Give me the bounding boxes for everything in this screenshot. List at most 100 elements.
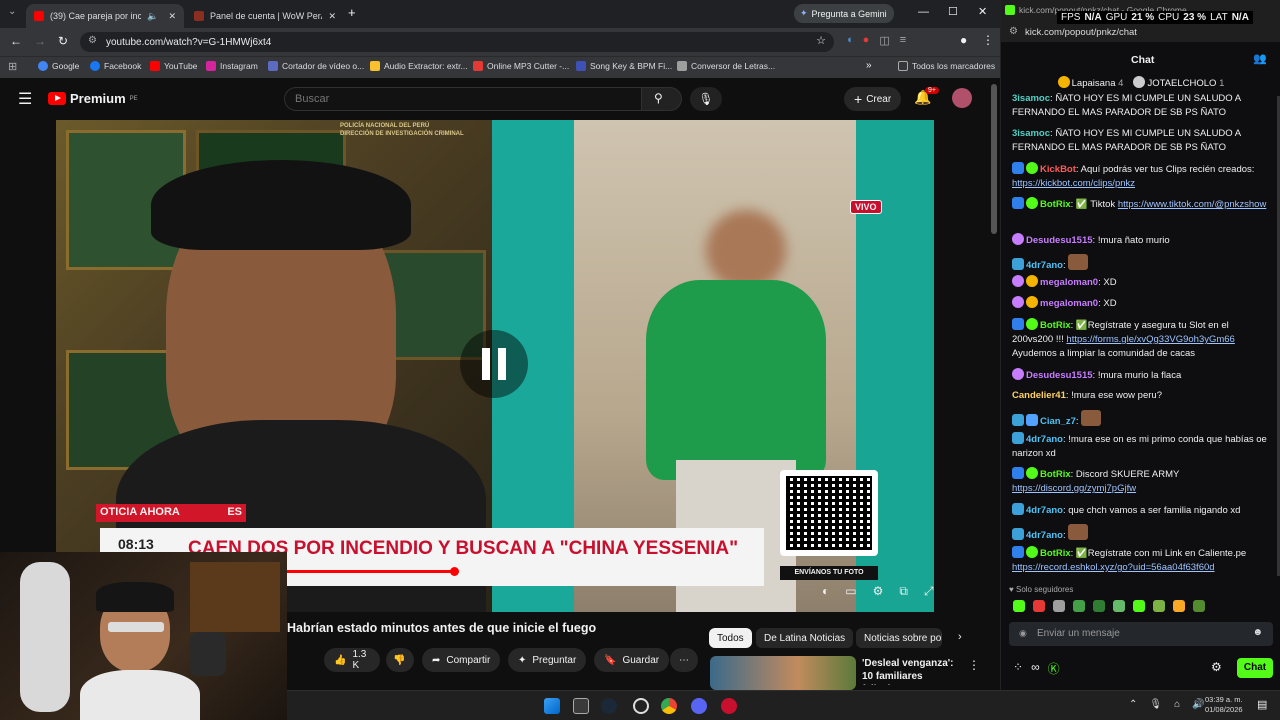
chat-message[interactable]: 4dr7ano: (1012, 524, 1272, 543)
tab-close-icon[interactable]: ✕ (168, 11, 176, 22)
omnibox[interactable]: ⚙ youtube.com/watch?v=G-1HMWj6xt4 ☆ (80, 32, 834, 52)
tab-close-icon[interactable]: ✕ (328, 11, 336, 22)
media-icon[interactable]: ≡ (900, 34, 906, 47)
app-icon[interactable] (721, 698, 737, 714)
chip-politics[interactable]: Noticias sobre pol (856, 628, 942, 648)
forward-icon[interactable]: → (34, 34, 46, 48)
recommended-title[interactable]: 'Desleal venganza': 10 familiares fallec… (862, 657, 966, 685)
emoji-picker-icon[interactable]: ☻ (1252, 627, 1263, 638)
chip-latina[interactable]: De Latina Noticias (756, 628, 854, 648)
chat-message[interactable]: BotRix: Discord SKUERE ARMY https://disc… (1012, 467, 1272, 496)
chat-message[interactable]: Cian_z7: (1012, 410, 1272, 429)
chat-message[interactable]: 3isamoc: ÑATO HOY ES MI CUMPLE UN SALUDO… (1012, 92, 1272, 120)
users-icon[interactable]: 👥 (1253, 52, 1267, 65)
chat-message[interactable]: BotRix: ✅Regístrate y asegura tu Slot en… (1012, 318, 1272, 361)
tab-search-icon[interactable]: ⌄ (8, 6, 16, 17)
search-button[interactable]: ⚲ (642, 87, 682, 111)
autoplay-toggle[interactable]: ◐ (822, 584, 829, 599)
chips-next-icon[interactable]: › (958, 631, 962, 643)
bookmark-song-key[interactable]: Song Key & BPM Fi... (576, 61, 672, 71)
chip-all[interactable]: Todos (709, 628, 752, 648)
bookmark-conversor[interactable]: Conversor de Letras... (677, 61, 775, 71)
chat-link[interactable]: https://discord.gg/zymj7pGjfw (1012, 483, 1136, 494)
new-tab-button[interactable]: + (348, 5, 356, 20)
volume-icon[interactable]: 🔊 (1192, 699, 1204, 710)
chat-message[interactable]: BotRix: ✅Regístrate con mi Link en Calie… (1012, 546, 1272, 575)
chat-message[interactable]: megaloman0: XD (1012, 296, 1272, 311)
chat-message[interactable]: 4dr7ano: !mura ese on es mi primo conda … (1012, 432, 1272, 461)
bookmark-cortador[interactable]: Cortador de vídeo o... (268, 61, 364, 71)
audio-icon[interactable]: 🔈 (147, 11, 158, 22)
settings-gear-icon[interactable]: ⚙ (873, 584, 884, 599)
site-info-icon[interactable]: ⚙ (88, 35, 97, 46)
extension-icon[interactable]: ● (863, 34, 870, 47)
youtube-logo[interactable]: Premium PE (48, 91, 138, 106)
chat-link[interactable]: https://forms.gle/xvQg33VG9oh3yGm66 (1066, 334, 1234, 345)
network-icon[interactable]: ⌂ (1174, 699, 1180, 710)
more-bookmarks-icon[interactable]: » (866, 60, 872, 71)
microphone-tray-icon[interactable]: 🎙 (1149, 699, 1162, 710)
maximize-button[interactable]: ☐ (948, 5, 958, 18)
discord-icon[interactable] (691, 698, 707, 714)
emote-icon[interactable] (1113, 600, 1125, 612)
emote-icon[interactable] (1173, 600, 1185, 612)
page-scrollbar[interactable] (991, 84, 997, 234)
voice-search-button[interactable]: 🎙 (690, 87, 722, 111)
task-view-icon[interactable] (573, 698, 589, 714)
pause-button[interactable] (460, 330, 528, 398)
chat-link[interactable]: https://record.eshkol.xyz/go?uid=56aa04f… (1012, 562, 1215, 573)
chat-message[interactable]: BotRix: ✅ Tiktok https://www.tiktok.com/… (1012, 197, 1272, 212)
minimize-button[interactable]: — (918, 6, 929, 18)
create-button[interactable]: + Crear (844, 87, 902, 111)
chat-message[interactable]: megaloman0: XD (1012, 275, 1272, 290)
chat-message[interactable]: Desudesu1515: !mura murio la flaca (1012, 368, 1272, 383)
extension-icon[interactable]: ◖ (846, 34, 853, 47)
send-chat-button[interactable]: Chat (1237, 658, 1273, 678)
chat-options-icon[interactable]: ⁘ (1013, 660, 1023, 677)
profile-avatar[interactable]: ● (960, 33, 967, 47)
like-button[interactable]: 👍 1.3 K (324, 648, 380, 672)
infinity-icon[interactable]: ∞ (1031, 660, 1040, 677)
theater-mode-icon[interactable]: ⧉ (899, 584, 908, 599)
obs-icon[interactable] (633, 698, 649, 714)
bookmark-mp3-cutter[interactable]: Online MP3 Cutter -... (473, 61, 569, 71)
apps-icon[interactable]: ⊞ (8, 60, 17, 73)
chat-message[interactable]: Candelier41: !mura ese wow peru? (1012, 389, 1272, 403)
emote-icon[interactable] (1133, 600, 1145, 612)
puzzle-icon[interactable]: ◫ (879, 34, 889, 47)
bookmark-instagram[interactable]: Instagram (206, 61, 258, 71)
emote-icon[interactable] (1053, 600, 1065, 612)
bookmark-youtube[interactable]: YouTube (150, 61, 197, 71)
kick-circle-icon[interactable]: Ⓚ (1048, 660, 1060, 677)
chat-message[interactable]: KickBot: Aquí podrás ver tus Clips recié… (1012, 162, 1272, 191)
recommended-thumbnail[interactable] (710, 656, 856, 690)
steam-icon[interactable] (601, 698, 617, 714)
user-avatar[interactable] (952, 88, 972, 108)
rec-more-icon[interactable]: ⋮ (968, 658, 980, 672)
chat-message[interactable]: 4dr7ano: que chch vamos a ser familia ni… (1012, 503, 1272, 518)
tab-youtube[interactable]: (39) Cae pareja por incendi 🔈 ✕ (26, 4, 184, 28)
gifter-1[interactable]: Lapaisana 4 (1057, 76, 1123, 92)
video-player[interactable]: POLICÍA NACIONAL DEL PERÚ DIRECCIÓN DE I… (56, 120, 934, 612)
chat-message[interactable]: 4dr7ano: (1012, 254, 1272, 273)
ask-button[interactable]: ✦ Preguntar (508, 648, 587, 672)
share-button[interactable]: ➦ Compartir (422, 648, 501, 672)
bookmark-facebook[interactable]: Facebook (90, 61, 141, 71)
menu-icon[interactable]: ⋮ (982, 33, 994, 47)
progress-scrubber[interactable] (450, 567, 459, 576)
bookmark-audio-extractor[interactable]: Audio Extractor: extr... (370, 61, 468, 71)
reload-icon[interactable]: ↻ (58, 34, 68, 48)
fullscreen-icon[interactable]: ⤢ (924, 584, 934, 599)
close-window-button[interactable]: ✕ (978, 5, 987, 18)
site-settings-icon[interactable]: ⚙ (1009, 26, 1018, 37)
dislike-button[interactable]: 👎 (386, 648, 414, 672)
emote-icon[interactable] (1033, 600, 1045, 612)
chat-message-input[interactable]: ◉ Enviar un mensaje ☻ (1009, 622, 1273, 646)
chat-settings-gear-icon[interactable]: ⚙ (1211, 660, 1222, 674)
emote-icon[interactable] (1073, 600, 1085, 612)
emote-icon[interactable] (1013, 600, 1025, 612)
chrome-icon[interactable] (661, 698, 677, 714)
gifter-2[interactable]: JOTAELCHOLO 1 (1133, 76, 1224, 92)
more-actions-button[interactable]: ⋯ (670, 648, 698, 672)
start-icon[interactable] (544, 698, 560, 714)
